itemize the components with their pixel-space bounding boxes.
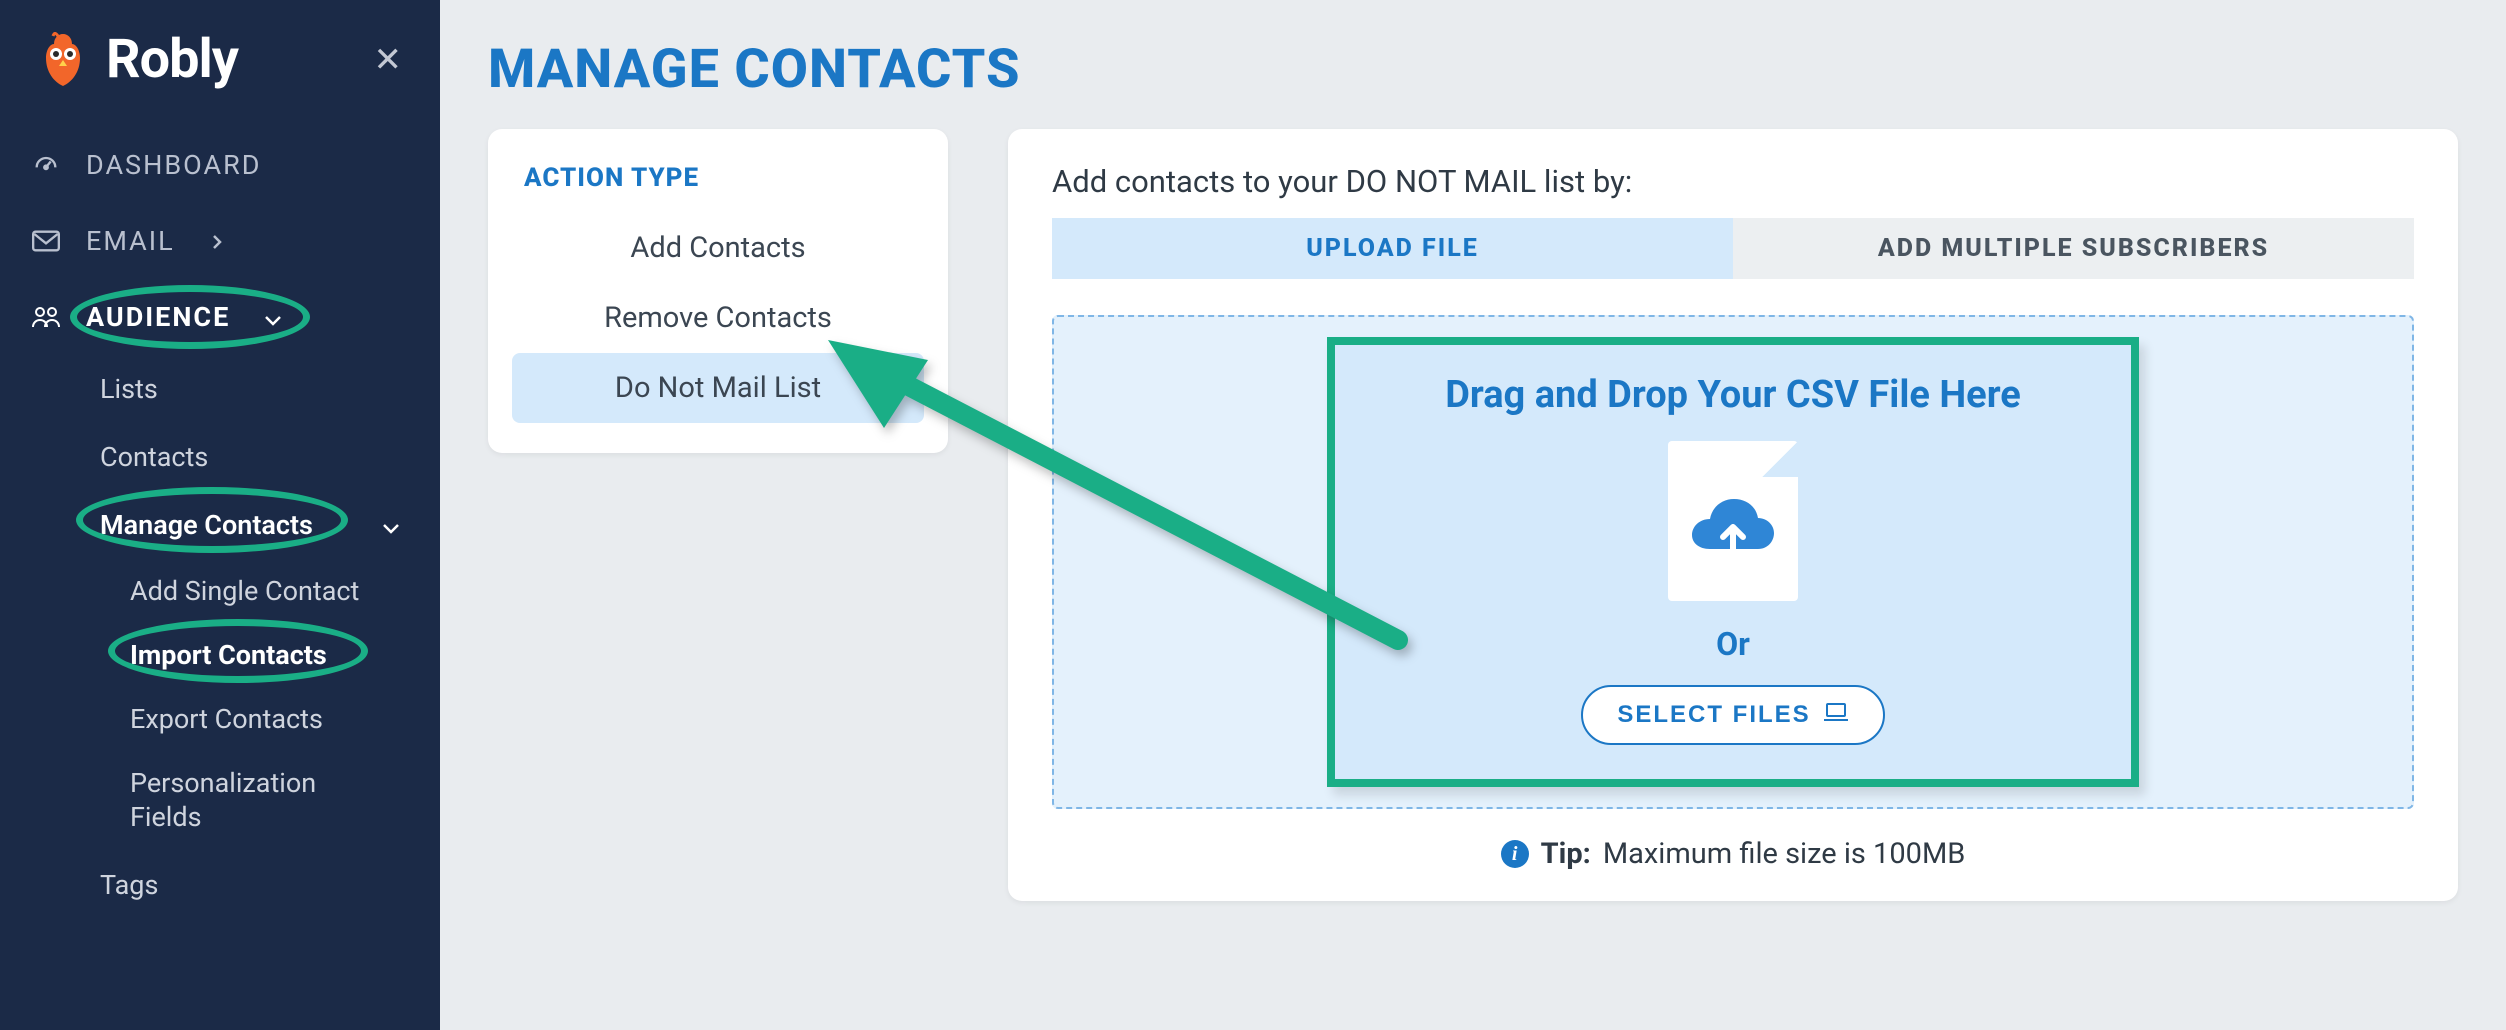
audience-icon: [30, 305, 62, 329]
select-files-label: SELECT FILES: [1617, 701, 1810, 729]
owl-logo-icon: [38, 32, 88, 88]
upload-tabs: UPLOAD FILE ADD MULTIPLE SUBSCRIBERS: [1052, 218, 2414, 279]
main-content: MANAGE CONTACTS ACTION TYPE Add Contacts…: [440, 0, 2506, 1030]
brand-name: Robly: [106, 28, 238, 91]
sidebar-item-tags[interactable]: Tags: [0, 851, 440, 919]
nav-email[interactable]: EMAIL: [0, 203, 440, 279]
sidebar-item-label: Add Single Contact: [130, 575, 359, 607]
sidebar-item-export-contacts[interactable]: Export Contacts: [0, 687, 440, 751]
nav-email-label: EMAIL: [86, 225, 175, 257]
tab-upload-file[interactable]: UPLOAD FILE: [1052, 218, 1733, 279]
action-do-not-mail-list[interactable]: Do Not Mail List: [512, 353, 924, 423]
nav-audience[interactable]: AUDIENCE: [0, 279, 440, 355]
dropzone[interactable]: Drag and Drop Your CSV File Here Or: [1052, 315, 2414, 809]
sidebar-item-label: Tags: [100, 869, 158, 901]
tab-label: UPLOAD FILE: [1306, 234, 1479, 263]
cloud-upload-icon: [1688, 497, 1778, 571]
tip-text: Maximum file size is 100MB: [1603, 837, 1966, 871]
tab-add-multiple-subscribers[interactable]: ADD MULTIPLE SUBSCRIBERS: [1733, 218, 2414, 279]
logo-row: Robly ✕: [0, 28, 440, 127]
laptop-icon: [1823, 701, 1849, 729]
email-icon: [30, 230, 62, 252]
action-item-label: Remove Contacts: [604, 301, 832, 335]
action-type-panel: ACTION TYPE Add Contacts Remove Contacts…: [488, 129, 948, 453]
sidebar-item-label: Contacts: [100, 441, 208, 473]
chevron-down-icon: [264, 301, 282, 333]
nav-dashboard[interactable]: DASHBOARD: [0, 127, 440, 203]
dropzone-highlight: Drag and Drop Your CSV File Here Or: [1327, 337, 2139, 787]
sidebar-item-lists[interactable]: Lists: [0, 355, 440, 423]
close-sidebar-button[interactable]: ✕: [364, 34, 413, 86]
info-icon: i: [1501, 840, 1529, 868]
chevron-right-icon: [209, 225, 225, 257]
upload-instruction: Add contacts to your DO NOT MAIL list by…: [1052, 163, 2414, 200]
action-add-contacts[interactable]: Add Contacts: [488, 213, 948, 283]
nav-audience-label: AUDIENCE: [86, 301, 230, 333]
tab-label: ADD MULTIPLE SUBSCRIBERS: [1878, 234, 2269, 263]
dashboard-icon: [30, 151, 62, 179]
tip-label: Tip:: [1541, 837, 1591, 871]
action-type-heading: ACTION TYPE: [488, 163, 948, 213]
action-item-label: Add Contacts: [630, 231, 805, 265]
action-item-label: Do Not Mail List: [615, 371, 821, 405]
sidebar-item-label: Lists: [100, 373, 158, 405]
sidebar-item-contacts[interactable]: Contacts: [0, 423, 440, 491]
tip-row: i Tip: Maximum file size is 100MB: [1052, 837, 2414, 871]
sidebar-item-label: Import Contacts: [130, 639, 327, 671]
sidebar-item-label: Personalization Fields: [130, 767, 316, 833]
sidebar-item-add-single-contact[interactable]: Add Single Contact: [0, 559, 440, 623]
upload-panel: Add contacts to your DO NOT MAIL list by…: [1008, 129, 2458, 901]
sidebar-item-personalization-fields[interactable]: Personalization Fields: [0, 751, 340, 851]
action-remove-contacts[interactable]: Remove Contacts: [488, 283, 948, 353]
dropzone-or-text: Or: [1445, 625, 2021, 663]
page-title: MANAGE CONTACTS: [488, 38, 2458, 101]
file-upload-icon: [1668, 441, 1798, 601]
dropzone-title: Drag and Drop Your CSV File Here: [1445, 373, 2021, 417]
chevron-down-icon: [382, 509, 400, 541]
nav-dashboard-label: DASHBOARD: [86, 149, 261, 181]
sidebar-item-label: Export Contacts: [130, 703, 323, 735]
sidebar-item-import-contacts[interactable]: Import Contacts: [0, 623, 440, 687]
sidebar: Robly ✕ DASHBOARD EMAIL AUDIENCE: [0, 0, 440, 1030]
sidebar-item-label: Manage Contacts: [100, 509, 313, 541]
sidebar-item-manage-contacts[interactable]: Manage Contacts: [0, 491, 440, 559]
select-files-button[interactable]: SELECT FILES: [1581, 685, 1884, 745]
